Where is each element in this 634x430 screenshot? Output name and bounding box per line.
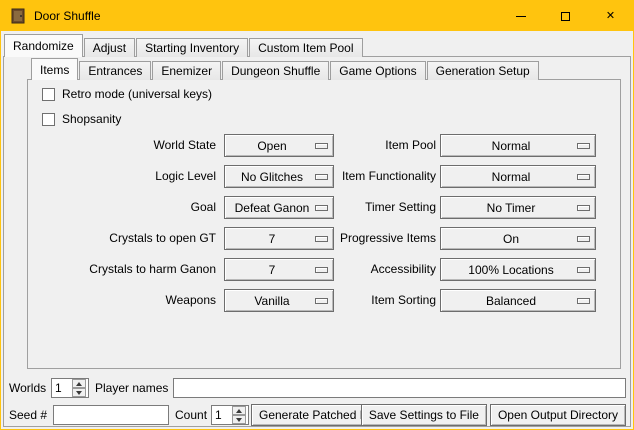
maximize-icon — [561, 12, 570, 21]
item-functionality-dropdown[interactable]: Normal — [440, 165, 596, 188]
multiworld-row: Worlds Player names — [1, 377, 633, 399]
player-names-label: Player names — [95, 377, 168, 399]
timer-setting-value: No Timer — [441, 201, 595, 215]
item-sorting-value: Balanced — [441, 294, 595, 308]
count-input[interactable] — [212, 406, 232, 424]
progressive-items-label: Progressive Items — [334, 227, 436, 250]
world-state-dropdown[interactable]: Open — [224, 134, 334, 157]
door-shuffle-window: Door Shuffle ✕ Randomize Adjust Starting… — [0, 0, 634, 430]
generation-row: Seed # Count Generate Patched Rom Save S… — [1, 404, 633, 426]
tab-game-options[interactable]: Game Options — [330, 61, 425, 80]
tab-randomize[interactable]: Randomize — [4, 34, 83, 57]
weapons-label: Weapons — [28, 289, 216, 312]
worlds-spinner[interactable] — [51, 378, 89, 398]
world-state-label: World State — [28, 134, 216, 157]
tab-dungeon-shuffle[interactable]: Dungeon Shuffle — [222, 61, 329, 80]
goal-label: Goal — [28, 196, 216, 219]
dropdown-indicator-icon — [577, 267, 590, 273]
spin-up-icon[interactable] — [232, 406, 246, 415]
timer-setting-dropdown[interactable]: No Timer — [440, 196, 596, 219]
item-functionality-value: Normal — [441, 170, 595, 184]
item-sorting-label: Item Sorting — [334, 289, 436, 312]
item-pool-dropdown[interactable]: Normal — [440, 134, 596, 157]
tab-items[interactable]: Items — [31, 58, 78, 80]
dropdown-indicator-icon — [577, 298, 590, 304]
worlds-input[interactable] — [52, 379, 72, 397]
shopsanity-checkbox[interactable]: Shopsanity — [42, 111, 121, 127]
count-spinner[interactable] — [211, 405, 249, 425]
window-controls: ✕ — [498, 1, 633, 31]
maximize-button[interactable] — [543, 1, 588, 31]
dropdown-indicator-icon — [315, 143, 328, 149]
progressive-items-value: On — [441, 232, 595, 246]
progressive-items-dropdown[interactable]: On — [440, 227, 596, 250]
dropdown-indicator-icon — [577, 236, 590, 242]
logic-level-dropdown[interactable]: No Glitches — [224, 165, 334, 188]
app-icon — [10, 8, 26, 24]
dropdown-indicator-icon — [315, 267, 328, 273]
tab-generation-setup[interactable]: Generation Setup — [427, 61, 539, 80]
crystals-gt-label: Crystals to open GT — [28, 227, 216, 250]
crystals-ganon-label: Crystals to harm Ganon — [28, 258, 216, 281]
settings-tab-bar: Items Entrances Enemizer Dungeon Shuffle… — [31, 58, 540, 80]
tab-starting-inventory[interactable]: Starting Inventory — [136, 38, 248, 57]
spin-up-icon[interactable] — [72, 379, 86, 388]
titlebar[interactable]: Door Shuffle ✕ — [1, 1, 633, 31]
save-settings-button[interactable]: Save Settings to File — [361, 404, 487, 426]
tab-adjust[interactable]: Adjust — [84, 38, 135, 57]
dropdown-indicator-icon — [315, 174, 328, 180]
setting-row: Goal Defeat Ganon Timer Setting No Timer — [28, 196, 620, 219]
goal-dropdown[interactable]: Defeat Ganon — [224, 196, 334, 219]
spinner-buttons — [232, 406, 246, 424]
crystals-ganon-dropdown[interactable]: 7 — [224, 258, 334, 281]
item-sorting-dropdown[interactable]: Balanced — [440, 289, 596, 312]
tab-entrances[interactable]: Entrances — [79, 61, 151, 80]
dropdown-indicator-icon — [315, 205, 328, 211]
dropdown-indicator-icon — [315, 298, 328, 304]
seed-label: Seed # — [9, 404, 47, 426]
accessibility-label: Accessibility — [334, 258, 436, 281]
accessibility-dropdown[interactable]: 100% Locations — [440, 258, 596, 281]
dropdown-indicator-icon — [315, 236, 328, 242]
crystals-gt-dropdown[interactable]: 7 — [224, 227, 334, 250]
checkbox-label: Shopsanity — [62, 112, 121, 126]
minimize-icon — [516, 16, 526, 17]
tab-custom-item-pool[interactable]: Custom Item Pool — [249, 38, 362, 57]
setting-row: Weapons Vanilla Item Sorting Balanced — [28, 289, 620, 312]
item-functionality-label: Item Functionality — [334, 165, 436, 188]
tab-enemizer[interactable]: Enemizer — [152, 61, 221, 80]
checkbox-box — [42, 113, 55, 126]
items-pane: Retro mode (universal keys) Shopsanity W… — [27, 79, 621, 369]
spin-down-icon[interactable] — [232, 415, 246, 424]
weapons-dropdown[interactable]: Vanilla — [224, 289, 334, 312]
logic-level-label: Logic Level — [28, 165, 216, 188]
checkbox-label: Retro mode (universal keys) — [62, 87, 212, 101]
setting-row: Logic Level No Glitches Item Functionali… — [28, 165, 620, 188]
checkbox-box — [42, 88, 55, 101]
main-tab-bar: Randomize Adjust Starting Inventory Cust… — [4, 34, 364, 57]
setting-row: World State Open Item Pool Normal — [28, 134, 620, 157]
worlds-label: Worlds — [9, 377, 46, 399]
item-pool-label: Item Pool — [334, 134, 436, 157]
open-output-directory-button[interactable]: Open Output Directory — [490, 404, 626, 426]
spin-down-icon[interactable] — [72, 388, 86, 397]
item-pool-value: Normal — [441, 139, 595, 153]
dropdown-indicator-icon — [577, 174, 590, 180]
setting-row: Crystals to open GT 7 Progressive Items … — [28, 227, 620, 250]
seed-input[interactable] — [53, 405, 169, 425]
accessibility-value: 100% Locations — [441, 263, 595, 277]
dropdown-indicator-icon — [577, 205, 590, 211]
close-button[interactable]: ✕ — [588, 1, 633, 31]
retro-mode-checkbox[interactable]: Retro mode (universal keys) — [42, 86, 212, 102]
timer-setting-label: Timer Setting — [334, 196, 436, 219]
minimize-button[interactable] — [498, 1, 543, 31]
close-icon: ✕ — [606, 11, 615, 22]
player-names-input[interactable] — [173, 378, 626, 398]
count-label: Count — [175, 404, 207, 426]
output-buttons: Save Settings to File Open Output Direct… — [361, 404, 626, 426]
dropdown-indicator-icon — [577, 143, 590, 149]
setting-row: Crystals to harm Ganon 7 Accessibility 1… — [28, 258, 620, 281]
spinner-buttons — [72, 379, 86, 397]
window-title: Door Shuffle — [34, 9, 101, 23]
